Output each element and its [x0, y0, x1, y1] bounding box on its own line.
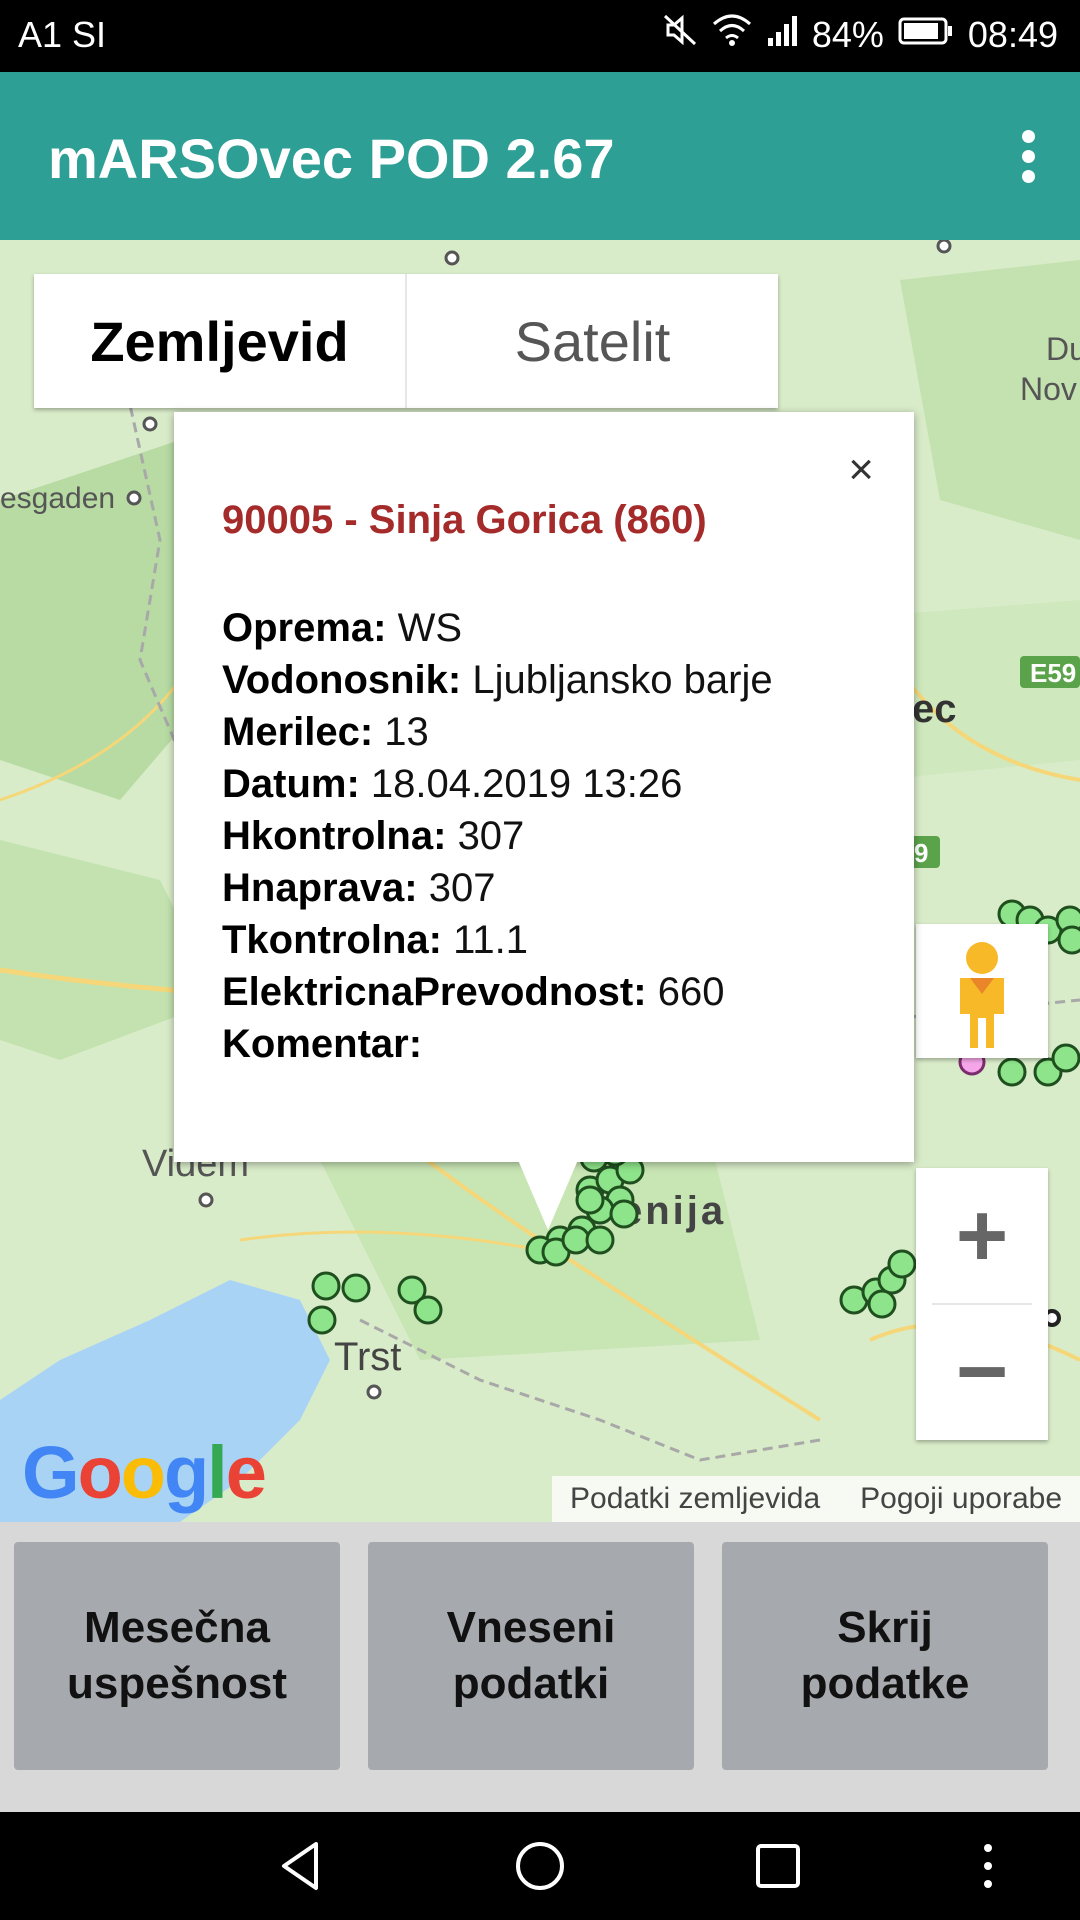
status-icons: 84% 08:49 [662, 12, 1058, 57]
street-view-pegman[interactable] [916, 924, 1048, 1058]
detail-row: Merilec: 13 [222, 710, 429, 754]
map-type-satellite-button[interactable]: Satelit [407, 274, 778, 408]
zoom-controls: + − [916, 1168, 1048, 1440]
info-window-pointer [518, 1160, 578, 1230]
battery-icon [898, 14, 954, 56]
hide-data-button[interactable]: Skrij podatke [722, 1542, 1048, 1770]
home-icon[interactable] [510, 1836, 570, 1896]
clock: 08:49 [967, 13, 1058, 55]
detail-row: ElektricnaPrevodnost: 660 [222, 970, 725, 1014]
map-type-control: Zemljevid Satelit [34, 274, 778, 408]
detail-row: Hkontrolna: 307 [222, 814, 525, 858]
place-label: Du [1046, 331, 1080, 367]
wifi-icon [712, 12, 752, 57]
mute-icon [662, 12, 698, 57]
entered-data-button[interactable]: Vneseni podatki [368, 1542, 694, 1770]
place-label: ec [912, 687, 957, 731]
carrier-label: A1 SI [18, 14, 107, 55]
app-title: mARSOvec POD 2.67 [48, 127, 615, 190]
pegman-icon [960, 942, 1004, 1048]
road-shield-label-2: 9 [914, 838, 928, 868]
google-logo: Google [22, 1431, 267, 1514]
detail-row: Tkontrolna: 11.1 [222, 918, 528, 962]
zoom-out-button[interactable]: − [916, 1304, 1048, 1440]
map-type-map-button[interactable]: Zemljevid [34, 274, 405, 408]
close-icon[interactable]: × [848, 448, 874, 492]
monthly-success-button[interactable]: Mesečna uspešnost [14, 1542, 340, 1770]
place-label: esgaden [0, 482, 115, 515]
road-shield-label: E59 [1030, 658, 1076, 688]
status-bar: A1 SI 84% 08:49 [0, 0, 1080, 72]
detail-row: Komentar: [222, 1022, 423, 1066]
battery-percent: 84% [811, 13, 884, 55]
detail-row: Vodonosnik: Ljubljansko barje [222, 658, 773, 702]
system-nav-bar [0, 1812, 1080, 1920]
bottom-button-panel: Mesečna uspešnost Vneseni podatki Skrij pod… [0, 1522, 1080, 1812]
signal-icon [766, 12, 798, 57]
place-label: Nov [1020, 371, 1077, 407]
back-icon[interactable] [272, 1836, 332, 1896]
station-details: Oprema: WS Vodonosnik: Ljubljansko barje… [222, 602, 822, 1070]
map-attribution: Podatki zemljevida Pogoji uporabe [552, 1476, 1080, 1522]
recents-icon[interactable] [748, 1836, 808, 1896]
detail-row: Oprema: WS [222, 606, 463, 650]
station-title: 90005 - Sinja Gorica (860) [222, 498, 707, 542]
detail-row: Datum: 18.04.2019 13:26 [222, 762, 683, 806]
detail-row: Hnaprava: 307 [222, 866, 496, 910]
more-options-icon[interactable] [968, 1836, 1008, 1896]
overflow-menu-icon[interactable] [1018, 130, 1038, 184]
station-info-window: × 90005 - Sinja Gorica (860) Oprema: WS … [174, 412, 914, 1162]
place-label-trst: Trst [334, 1335, 401, 1379]
zoom-in-button[interactable]: + [916, 1168, 1048, 1304]
terms-link[interactable]: Pogoji uporabe [860, 1482, 1062, 1516]
app-bar: mARSOvec POD 2.67 [0, 72, 1080, 240]
map-data-link[interactable]: Podatki zemljevida [570, 1482, 820, 1516]
